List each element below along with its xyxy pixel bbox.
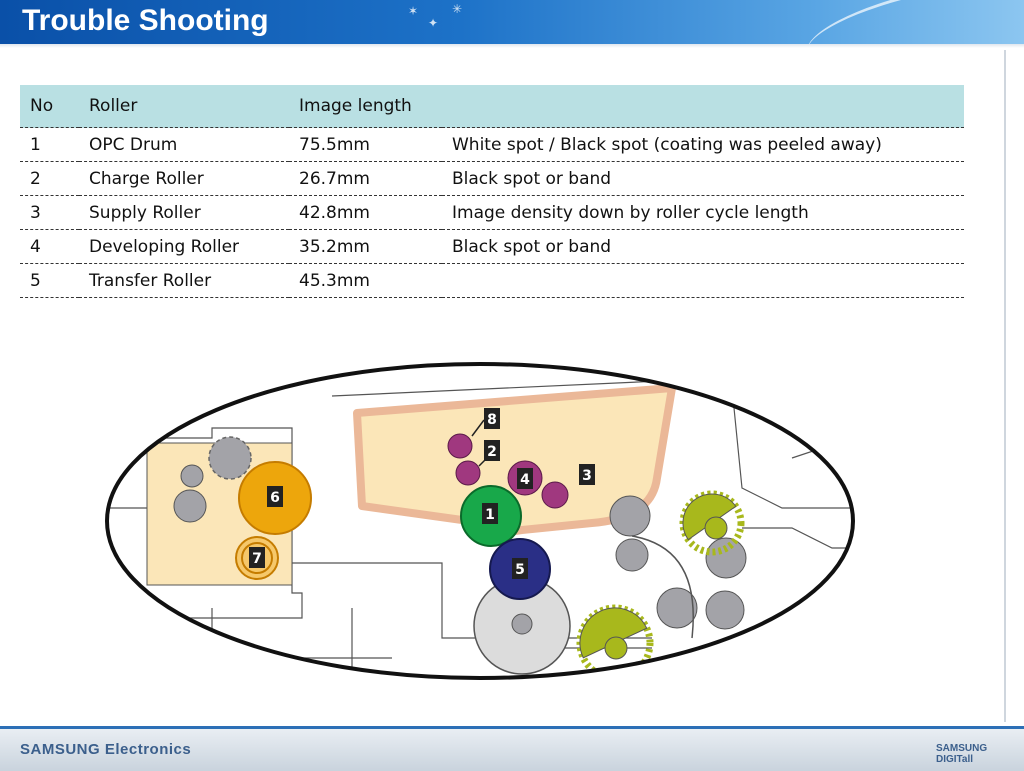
row-image-length: 45.3mm xyxy=(289,263,442,298)
roller xyxy=(208,436,252,480)
sparkle-icon: ✶ xyxy=(408,4,419,18)
sparkle-icon: ✳ xyxy=(452,2,463,16)
row-roller: Charge Roller xyxy=(79,161,289,196)
roller xyxy=(615,538,649,572)
label-6: 6 xyxy=(270,490,280,506)
header-image-length: Image length xyxy=(289,85,442,128)
roller-hub xyxy=(511,613,533,635)
table-row: 3 Supply Roller 42.8mm Image density dow… xyxy=(20,195,964,230)
header-no: No xyxy=(20,85,79,128)
row-symptom: Black spot or band xyxy=(442,229,964,264)
label-2: 2 xyxy=(487,444,497,460)
roller xyxy=(180,464,204,488)
row-image-length: 75.5mm xyxy=(289,127,442,162)
row-symptom: Black spot or band xyxy=(442,161,964,196)
row-image-length: 35.2mm xyxy=(289,229,442,264)
header-symptom xyxy=(442,85,964,128)
table-header-row: No Roller Image length xyxy=(20,85,964,128)
page-title: Trouble Shooting xyxy=(22,4,269,37)
slide-border xyxy=(1004,50,1006,722)
roller xyxy=(705,590,745,630)
row-symptom xyxy=(442,263,964,298)
roller-table: No Roller Image length 1 OPC Drum 75.5mm… xyxy=(20,85,964,298)
footer-brand: SAMSUNG Electronics xyxy=(20,741,192,758)
roller xyxy=(173,489,207,523)
table-row: 2 Charge Roller 26.7mm Black spot or ban… xyxy=(20,161,964,196)
row-no: 1 xyxy=(20,127,79,162)
label-1: 1 xyxy=(485,507,495,523)
label-3: 3 xyxy=(582,468,592,484)
row-no: 2 xyxy=(20,161,79,196)
footer-bar: SAMSUNG Electronics SAMSUNG DIGITall xyxy=(0,726,1024,771)
supply-roller xyxy=(541,481,569,509)
row-no: 4 xyxy=(20,229,79,264)
roller xyxy=(609,495,651,537)
sparkle-icon: ✦ xyxy=(428,16,439,30)
header-shadow xyxy=(0,44,1024,48)
label-5: 5 xyxy=(515,562,525,578)
row-symptom: Image density down by roller cycle lengt… xyxy=(442,195,964,230)
charge-roller xyxy=(455,460,481,486)
roller xyxy=(705,537,747,579)
row-roller: OPC Drum xyxy=(79,127,289,162)
printer-roller-diagram: 8 2 4 3 1 5 6 7 xyxy=(105,362,855,680)
diagram-body xyxy=(107,364,853,678)
header-roller: Roller xyxy=(79,85,289,128)
row-roller: Transfer Roller xyxy=(79,263,289,298)
row-image-length: 42.8mm xyxy=(289,195,442,230)
row-no: 3 xyxy=(20,195,79,230)
table-row: 5 Transfer Roller 45.3mm xyxy=(20,263,964,298)
row-roller: Developing Roller xyxy=(79,229,289,264)
table-row: 1 OPC Drum 75.5mm White spot / Black spo… xyxy=(20,127,964,162)
row-no: 5 xyxy=(20,263,79,298)
table-row: 4 Developing Roller 35.2mm Black spot or… xyxy=(20,229,964,264)
header-swoosh xyxy=(799,0,1024,44)
samsung-digitall-logo: SAMSUNG DIGITall xyxy=(936,743,988,765)
pickup-roller xyxy=(447,433,473,459)
row-symptom: White spot / Black spot (coating was pee… xyxy=(442,127,964,162)
label-7: 7 xyxy=(252,551,262,567)
title-bar: ✶ ✦ ✳ Trouble Shooting xyxy=(0,0,1024,44)
row-roller: Supply Roller xyxy=(79,195,289,230)
label-4: 4 xyxy=(520,472,530,488)
row-image-length: 26.7mm xyxy=(289,161,442,196)
label-8: 8 xyxy=(487,412,497,428)
